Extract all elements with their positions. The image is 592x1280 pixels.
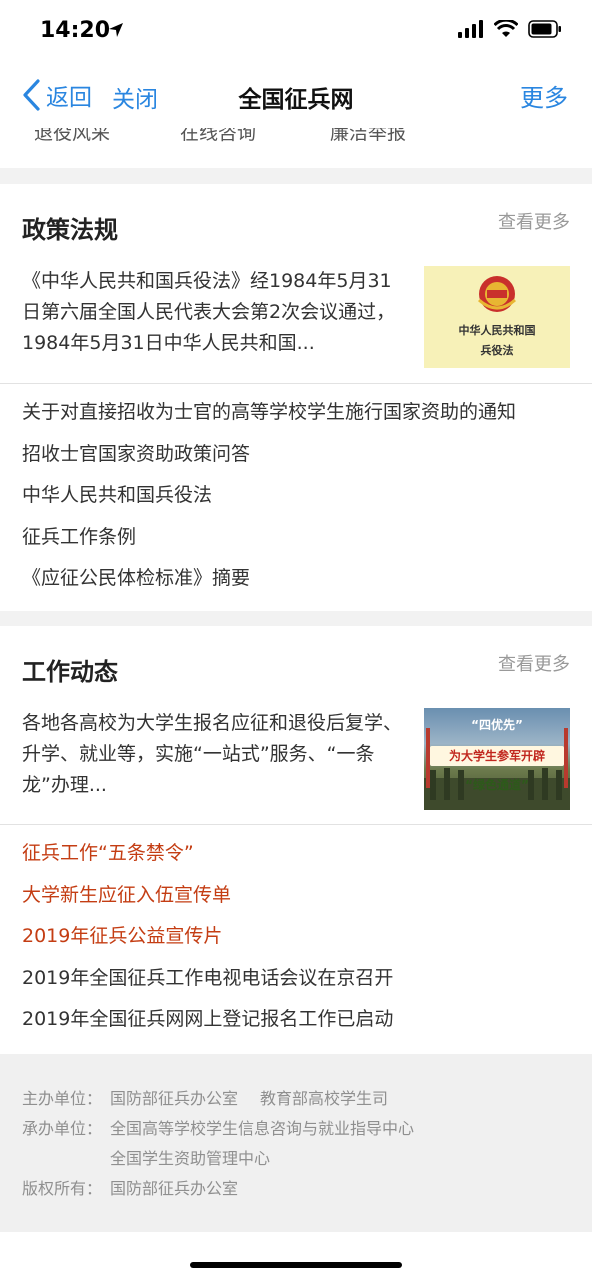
list-item[interactable]: 关于对直接招收为士官的高等学校学生施行国家资助的通知: [0, 392, 592, 434]
thumb-text-2: 兵役法: [480, 344, 514, 357]
policy-list: 关于对直接招收为士官的高等学校学生施行国家资助的通知 招收士官国家资助政策问答 …: [0, 384, 592, 600]
list-item[interactable]: 《应征公民体检标准》摘要: [0, 558, 592, 600]
back-button[interactable]: 返回: [22, 78, 92, 112]
list-item[interactable]: 招收士官国家资助政策问答: [0, 434, 592, 476]
bottom-safe-area: [0, 1232, 592, 1280]
work-section: 工作动态 查看更多 各地各高校为大学生报名应征和退役后复学、升学、就业等，实施“…: [0, 626, 592, 1054]
status-time: 14:20: [40, 18, 111, 43]
policy-feature[interactable]: 《中华人民共和国兵役法》经1984年5月31日第六届全国人民代表大会第2次会议通…: [0, 264, 592, 384]
work-feature-text: 各地各高校为大学生报名应征和退役后复学、升学、就业等，实施“一站式”服务、“一条…: [22, 712, 403, 796]
list-item[interactable]: 2019年征兵公益宣传片: [0, 916, 592, 958]
list-item[interactable]: 2019年全国征兵工作电视电话会议在京召开: [0, 958, 592, 1000]
policy-feature-text: 《中华人民共和国兵役法》经1984年5月31日第六届全国人民代表大会第2次会议通…: [22, 270, 396, 354]
list-item[interactable]: 2019年全国征兵网网上登记报名工作已启动: [0, 999, 592, 1041]
quick-link-report[interactable]: 廉洁举报: [330, 128, 406, 145]
policy-feature-thumbnail: 中华人民共和国 兵役法: [424, 266, 570, 368]
quick-links: 退役风采 在线咨询 廉洁举报: [0, 128, 592, 168]
policy-title: 政策法规: [22, 216, 118, 244]
host-value: 国防部征兵办公室: [110, 1089, 239, 1108]
list-item[interactable]: 中华人民共和国兵役法: [0, 475, 592, 517]
policy-more-link[interactable]: 查看更多: [498, 208, 570, 234]
policy-section: 政策法规 查看更多 《中华人民共和国兵役法》经1984年5月31日第六届全国人民…: [0, 184, 592, 611]
list-item[interactable]: 征兵工作“五条禁令”: [0, 833, 592, 875]
host-label: 主办单位：: [22, 1089, 103, 1108]
organizer-label: 承办单位：: [22, 1119, 103, 1138]
work-title: 工作动态: [22, 658, 118, 686]
thumb-text-3: “绿色通道”: [465, 778, 529, 792]
copyright-label: 版权所有：: [22, 1179, 103, 1198]
copyright-value: 国防部征兵办公室: [110, 1179, 239, 1198]
quick-link-consult[interactable]: 在线咨询: [180, 128, 256, 145]
close-button[interactable]: 关闭: [112, 80, 158, 114]
more-button[interactable]: 更多: [520, 78, 568, 113]
location-arrow-icon: [109, 23, 123, 37]
list-item[interactable]: 征兵工作条例: [0, 517, 592, 559]
list-item[interactable]: 大学新生应征入伍宣传单: [0, 875, 592, 917]
work-more-link[interactable]: 查看更多: [498, 650, 570, 676]
home-indicator[interactable]: [190, 1262, 402, 1268]
work-list: 征兵工作“五条禁令” 大学新生应征入伍宣传单 2019年征兵公益宣传片 2019…: [0, 825, 592, 1041]
host-value: 教育部高校学生司: [260, 1089, 389, 1108]
work-feature[interactable]: 各地各高校为大学生报名应征和退役后复学、升学、就业等，实施“一站式”服务、“一条…: [0, 706, 592, 825]
chevron-left-icon: [23, 79, 40, 111]
work-feature-thumbnail: “四优先” 为大学生参军开辟 “绿色通道”: [424, 708, 570, 810]
thumb-text-1: “四优先”: [471, 718, 523, 732]
organizer-value: 全国高等学校学生信息咨询与就业指导中心: [110, 1119, 415, 1138]
back-label: 返回: [46, 85, 92, 111]
battery-icon: [528, 20, 561, 38]
footer: 主办单位： 国防部征兵办公室 教育部高校学生司 承办单位： 全国高等学校学生信息…: [0, 1054, 592, 1232]
cellular-signal-icon: [458, 20, 483, 38]
thumb-text-1: 中华人民共和国: [458, 324, 536, 337]
quick-link-veterans[interactable]: 退役风采: [34, 128, 110, 145]
thumb-text-2: 为大学生参军开辟: [430, 746, 564, 766]
status-bar: 14:20: [0, 0, 592, 62]
nav-bar: 返回 关闭 全国征兵网 更多: [0, 62, 592, 128]
organizer-value: 全国学生资助管理中心: [110, 1149, 271, 1168]
wifi-icon: [494, 20, 518, 37]
status-indicators: [458, 20, 562, 38]
